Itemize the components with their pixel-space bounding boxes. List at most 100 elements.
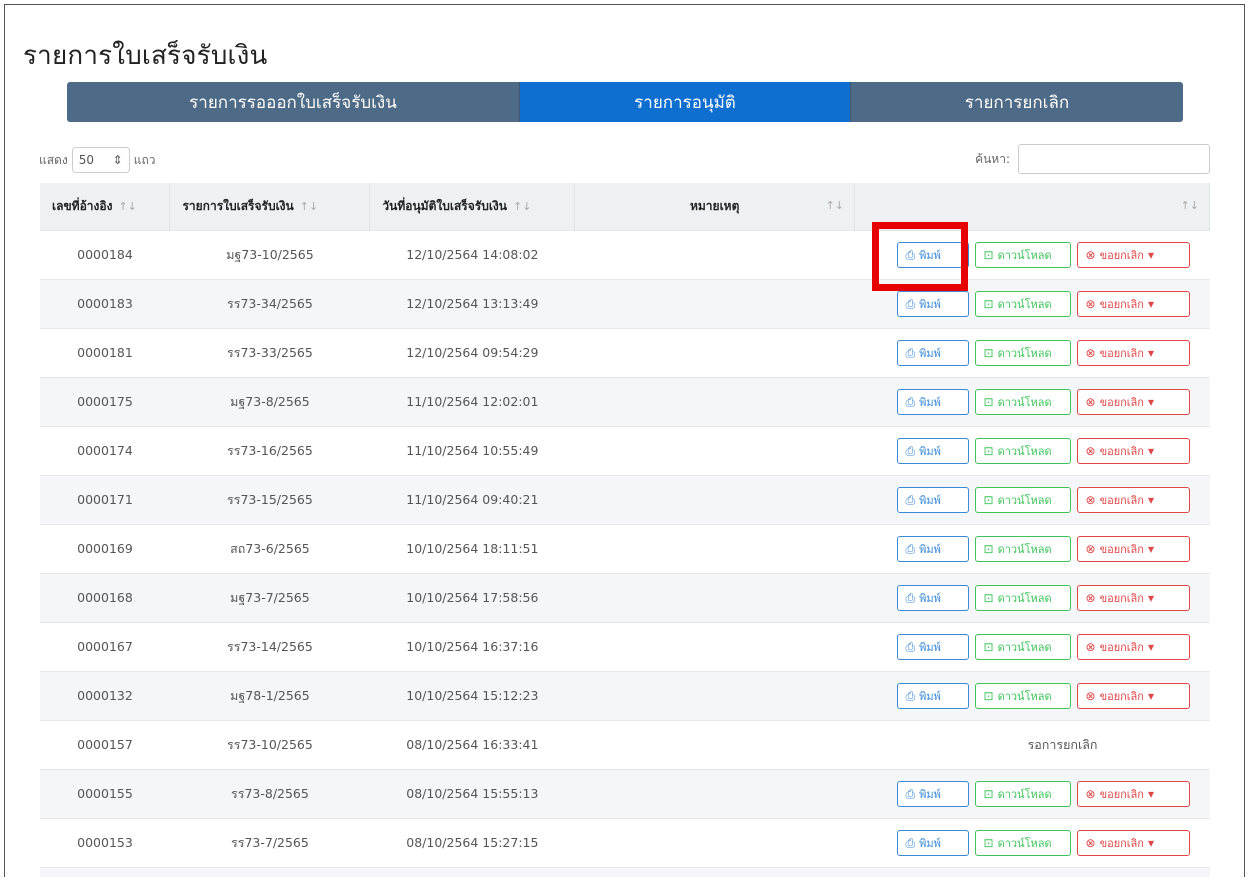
request-cancel-button[interactable]: ⊗ ขอยกเลิก ▾ [1076,388,1190,415]
print-button[interactable]: ⎙ พิมพ์ [896,339,969,366]
print-button[interactable]: ⎙ พิมพ์ [896,486,969,513]
actions-cell: ⎙พิมพ์ ⊡ดาวน์โหลด ⊗ขอยกเลิก▾ [855,524,1210,573]
cancel-circle-icon: ⊗ [1085,345,1096,360]
download-button[interactable]: ⊡ ดาวน์โหลด [974,486,1071,513]
print-button[interactable]: ⎙ พิมพ์ [896,829,969,856]
cancel-circle-icon: ⊗ [1085,835,1096,850]
action-buttons: ⎙ พิมพ์ ⊡ ดาวน์โหลด ⊗ ขอยกเลิก ▾ [863,437,1202,464]
ref-number: 0000181 [77,345,133,360]
printer-icon: ⎙ [905,541,916,556]
receipt-number: รร73-10/2565 [227,736,313,752]
table-row: 0000149รร73-6/256508/10/2564 10:25:10 ⎙พ… [40,867,1210,877]
page-length-select[interactable]: 50 ⇕ [71,147,130,173]
search-input[interactable] [1018,144,1210,174]
print-button[interactable]: ⎙ พิมพ์ [896,584,969,611]
action-buttons: ⎙ พิมพ์ ⊡ ดาวน์โหลด ⊗ ขอยกเลิก ▾ [863,780,1202,807]
download-button[interactable]: ⊡ ดาวน์โหลด [974,290,1071,317]
action-buttons: ⎙ พิมพ์ ⊡ ดาวน์โหลด ⊗ ขอยกเลิก ▾ [863,535,1202,562]
receipt-number: มฐ73-7/2565 [230,589,310,605]
download-button[interactable]: ⊡ ดาวน์โหลด [974,682,1071,709]
column-header-receipt[interactable]: รายการใบเสร็จรับเงิน ↑↓ [169,183,371,230]
request-cancel-button[interactable]: ⊗ ขอยกเลิก ▾ [1076,535,1190,562]
download-button[interactable]: ⊡ ดาวน์โหลด [974,780,1071,807]
download-icon: ⊡ [983,835,994,850]
download-button[interactable]: ⊡ ดาวน์โหลด [974,437,1071,464]
approve-date: 10/10/2564 15:12:23 [406,688,539,703]
request-cancel-button[interactable]: ⊗ ขอยกเลิก ▾ [1076,339,1190,366]
actions-cell: ⎙พิมพ์ ⊡ดาวน์โหลด ⊗ขอยกเลิก▾ [855,279,1210,328]
print-button[interactable]: ⎙ พิมพ์ [896,290,969,317]
caret-down-icon: ▾ [1147,247,1154,262]
printer-icon: ⎙ [905,345,916,360]
note [575,279,855,328]
print-button[interactable]: ⎙ พิมพ์ [896,633,969,660]
actions-cell: ⎙พิมพ์ ⊡ดาวน์โหลด ⊗ขอยกเลิก▾ [855,230,1210,279]
page-frame: รายการใบเสร็จรับเงิน รายการรอออกใบเสร็จร… [4,4,1245,877]
print-button[interactable]: ⎙ พิมพ์ [896,535,969,562]
table-row: 0000175 มฐ73-8/2565 11/10/2564 12:02:01 ⎙ พ… [40,377,1210,426]
ref-number: 0000157 [77,737,133,752]
note [575,671,855,720]
request-cancel-button[interactable]: ⊗ ขอยกเลิก ▾ [1076,486,1190,513]
download-button[interactable]: ⊡ ดาวน์โหลด [974,535,1071,562]
request-cancel-button[interactable]: ⊗ ขอยกเลิก ▾ [1076,241,1190,268]
tab-cancelled[interactable]: รายการยกเลิก [850,82,1183,122]
approve-date: 12/10/2564 14:08:02 [406,247,539,262]
download-button[interactable]: ⊡ ดาวน์โหลด [974,241,1071,268]
tab-pending-receipts[interactable]: รายการรอออกใบเสร็จรับเงิน [67,82,520,122]
request-cancel-button[interactable]: ⊗ ขอยกเลิก ▾ [1076,829,1190,856]
table-row: 0000169 สถ73-6/2565 10/10/2564 18:11:51 ⎙ พ… [40,524,1210,573]
cancel-circle-icon: ⊗ [1085,247,1096,262]
request-cancel-button[interactable]: ⊗ ขอยกเลิก ▾ [1076,584,1190,611]
request-cancel-button[interactable]: ⊗ ขอยกเลิก ▾ [1076,780,1190,807]
column-header-approve-date[interactable]: วันที่อนุมัติใบเสร็จรับเงิน ↑↓ [369,183,576,230]
receipts-table: เลขที่อ้างอิง ↑↓ รายการใบเสร็จรับเงิน ↑↓ ว… [40,183,1210,877]
cancel-circle-icon: ⊗ [1085,786,1096,801]
column-header-actions[interactable]: ↑↓ [854,183,1210,230]
print-button[interactable]: ⎙ พิมพ์ [896,241,969,268]
download-button[interactable]: ⊡ ดาวน์โหลด [974,388,1071,415]
column-header-note[interactable]: หมายเหตุ ↑↓ [574,183,856,230]
download-button[interactable]: ⊡ ดาวน์โหลด [974,339,1071,366]
cancel-circle-icon: ⊗ [1085,443,1096,458]
note [575,867,855,877]
ref-number: 0000149 [40,867,170,877]
ref-number: 0000167 [77,639,133,654]
ref-number: 0000183 [77,296,133,311]
actions-cell: ⎙พิมพ์ ⊡ดาวน์โหลด ⊗ขอยกเลิก▾ [855,769,1210,818]
download-button[interactable]: ⊡ ดาวน์โหลด [974,584,1071,611]
print-button[interactable]: ⎙ พิมพ์ [896,780,969,807]
request-cancel-button[interactable]: ⊗ ขอยกเลิก ▾ [1076,633,1190,660]
download-icon: ⊡ [983,394,994,409]
column-header-ref[interactable]: เลขที่อ้างอิง ↑↓ [40,183,171,230]
sort-icon: ↑↓ [512,199,532,213]
page-length-suffix: แถว [133,152,156,167]
request-cancel-button[interactable]: ⊗ ขอยกเลิก ▾ [1076,682,1190,709]
approve-date: 08/10/2564 15:55:13 [406,786,539,801]
download-button[interactable]: ⊡ ดาวน์โหลด [974,829,1071,856]
printer-icon: ⎙ [905,492,916,507]
print-button[interactable]: ⎙ พิมพ์ [896,437,969,464]
table-header-row: เลขที่อ้างอิง ↑↓ รายการใบเสร็จรับเงิน ↑↓ ว… [40,183,1210,230]
request-cancel-button[interactable]: ⊗ ขอยกเลิก ▾ [1076,290,1190,317]
printer-icon: ⎙ [905,296,916,311]
tab-approved[interactable]: รายการอนุมัติ [520,82,850,122]
table-row: 0000132 มฐ78-1/2565 10/10/2564 15:12:23 ⎙ พ… [40,671,1210,720]
note [575,230,855,279]
printer-icon: ⎙ [905,247,916,262]
approve-date: 08/10/2564 16:33:41 [406,737,539,752]
download-icon: ⊡ [983,688,994,703]
approve-date: 08/10/2564 15:27:15 [406,835,539,850]
note [575,475,855,524]
print-button[interactable]: ⎙ พิมพ์ [896,682,969,709]
download-button[interactable]: ⊡ ดาวน์โหลด [974,633,1071,660]
download-icon: ⊡ [983,443,994,458]
print-button[interactable]: ⎙ พิมพ์ [896,388,969,415]
caret-down-icon: ▾ [1147,394,1154,409]
receipt-number: มฐ78-1/2565 [230,687,310,703]
action-buttons: ⎙ พิมพ์ ⊡ ดาวน์โหลด ⊗ ขอยกเลิก ▾ [863,633,1202,660]
request-cancel-button[interactable]: ⊗ ขอยกเลิก ▾ [1076,437,1190,464]
receipt-number: รร73-14/2565 [227,638,313,654]
receipt-number: รร73-8/2565 [231,785,309,801]
search-control: ค้นหา: [975,144,1210,174]
